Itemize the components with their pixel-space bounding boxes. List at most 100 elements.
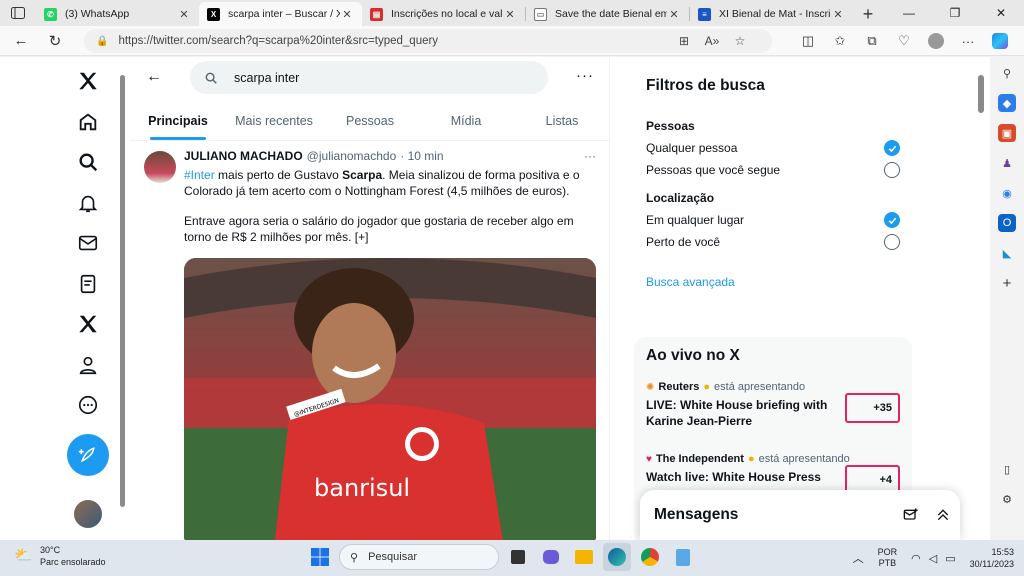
- volume-icon[interactable]: ◁: [929, 552, 937, 565]
- tweet-header: JULIANO MACHADO @julianomachdo · 10 min: [184, 149, 596, 163]
- filter-location-any[interactable]: Em qualquer lugar: [634, 209, 912, 231]
- search-input[interactable]: scarpa inter: [190, 61, 548, 94]
- close-icon[interactable]: ✕: [177, 8, 191, 21]
- restore-icon[interactable]: ❐: [932, 0, 978, 26]
- profile-person-icon[interactable]: [68, 345, 108, 385]
- favorites-icon[interactable]: ✩: [826, 29, 854, 53]
- messages-envelope-icon[interactable]: [68, 223, 108, 263]
- tab-pessoas[interactable]: Pessoas: [322, 101, 418, 140]
- author-handle[interactable]: @julianomachdo: [307, 149, 397, 163]
- live-source-name: Reuters: [658, 381, 700, 393]
- url-field[interactable]: 🔒 https://twitter.com/search?q=scarpa%20…: [84, 29, 772, 53]
- notifications-bell-icon[interactable]: [68, 183, 108, 223]
- add-icon[interactable]: +: [998, 274, 1016, 292]
- battery-icon[interactable]: ▭: [945, 552, 955, 565]
- edge-browser-icon[interactable]: [603, 543, 631, 571]
- clock[interactable]: 15:53 30/11/2023: [970, 546, 1014, 570]
- tab-listas[interactable]: Listas: [514, 101, 610, 140]
- close-icon[interactable]: ✕: [340, 8, 354, 21]
- hashtag-link[interactable]: #Inter: [184, 168, 215, 182]
- games-icon[interactable]: ♟: [998, 154, 1016, 172]
- tab-actions-icon[interactable]: [0, 0, 36, 26]
- notepad-icon[interactable]: [669, 543, 697, 571]
- close-icon[interactable]: ✕: [667, 8, 681, 21]
- show-hidden-icons-chevron-icon[interactable]: ︿: [853, 550, 864, 566]
- microsoft-365-icon[interactable]: ◉: [998, 184, 1016, 202]
- shopping-icon[interactable]: ◆: [998, 94, 1016, 112]
- url-text: https://twitter.com/search?q=scarpa%20in…: [118, 35, 439, 47]
- tab-midia[interactable]: Mídia: [418, 101, 514, 140]
- copilot-icon[interactable]: [986, 29, 1014, 53]
- live-item-title: LIVE: White House briefing with Karine J…: [646, 398, 828, 428]
- apps-icon[interactable]: ⊞: [672, 29, 696, 53]
- radio-unchecked-icon[interactable]: [884, 162, 900, 178]
- filter-people-any[interactable]: Qualquer pessoa: [634, 137, 912, 159]
- premium-x-icon[interactable]: [68, 304, 108, 344]
- read-aloud-icon[interactable]: A»: [700, 29, 724, 53]
- split-screen-icon[interactable]: ◫: [794, 29, 822, 53]
- task-view-icon[interactable]: [504, 543, 532, 571]
- more-circle-icon[interactable]: [68, 385, 108, 425]
- sponsor-text: banrisul: [314, 474, 410, 502]
- filter-people-follow[interactable]: Pessoas que você segue: [634, 159, 912, 181]
- advanced-search-link[interactable]: Busca avançada: [634, 275, 912, 289]
- filter-location-near[interactable]: Perto de você: [634, 231, 912, 253]
- close-icon[interactable]: ✕: [503, 8, 517, 21]
- lists-icon[interactable]: [68, 264, 108, 304]
- refresh-icon[interactable]: ↻: [38, 26, 72, 56]
- explore-search-icon[interactable]: [68, 142, 108, 182]
- weather-widget[interactable]: ⛅ 30°C Parc ensolarado: [14, 544, 106, 568]
- tab-mais-recentes[interactable]: Mais recentes: [226, 101, 322, 140]
- extensions-icon[interactable]: ♡: [890, 29, 918, 53]
- tab-title: Save the date Bienal em Sã...: [555, 8, 667, 20]
- close-window-icon[interactable]: ✕: [978, 0, 1024, 26]
- main-scrollbar[interactable]: [118, 71, 126, 531]
- post-button[interactable]: [67, 433, 109, 476]
- tweet-more-icon[interactable]: ···: [584, 149, 596, 163]
- close-icon[interactable]: ✕: [831, 8, 845, 21]
- collections-icon[interactable]: ⧉: [858, 29, 886, 53]
- radio-unchecked-icon[interactable]: [884, 234, 900, 250]
- chrome-icon[interactable]: [636, 543, 664, 571]
- radio-checked-icon[interactable]: [884, 212, 900, 228]
- language-indicator[interactable]: POR PTB: [878, 547, 898, 569]
- profile-avatar-icon[interactable]: [922, 29, 950, 53]
- more-menu-icon[interactable]: ···: [954, 29, 982, 53]
- sidebar-layout-icon[interactable]: ▯: [998, 460, 1016, 478]
- home-icon[interactable]: [68, 102, 108, 142]
- drop-icon[interactable]: ◣: [998, 244, 1016, 262]
- back-arrow-icon[interactable]: ←: [142, 65, 166, 89]
- tweet-image[interactable]: @INTERDESIGN banrisul: [184, 258, 596, 540]
- wifi-icon[interactable]: ◠: [911, 552, 921, 565]
- account-avatar[interactable]: [72, 497, 104, 530]
- settings-gear-icon[interactable]: ⚙: [998, 490, 1016, 508]
- author-name[interactable]: JULIANO MACHADO: [184, 149, 303, 163]
- search-icon[interactable]: ⚲: [998, 64, 1016, 82]
- radio-checked-icon[interactable]: [884, 140, 900, 156]
- browser-tab-save-the-date[interactable]: ▭ Save the date Bienal em Sã... ✕: [526, 2, 689, 26]
- outlook-icon[interactable]: O: [998, 214, 1016, 232]
- avatar[interactable]: [144, 151, 176, 183]
- minimize-icon[interactable]: —: [886, 0, 932, 26]
- x-logo-icon[interactable]: [68, 61, 108, 101]
- new-tab-button[interactable]: +: [853, 2, 883, 26]
- new-message-icon[interactable]: [896, 507, 926, 523]
- back-icon[interactable]: ←: [4, 26, 38, 56]
- chat-icon[interactable]: [537, 543, 565, 571]
- messages-drawer[interactable]: Mensagens: [640, 490, 960, 540]
- live-item[interactable]: ✺ Reuters ● está apresentando LIVE: Whit…: [634, 381, 912, 453]
- browser-tab-whatsapp[interactable]: ✆ (3) WhatsApp ✕: [36, 2, 199, 26]
- windows-start-icon[interactable]: [306, 543, 334, 571]
- page-scrollbar[interactable]: [976, 65, 986, 535]
- favorite-star-icon[interactable]: ☆: [728, 29, 752, 53]
- tools-icon[interactable]: ▣: [998, 124, 1016, 142]
- file-explorer-icon[interactable]: [570, 543, 598, 571]
- expand-chevron-icon[interactable]: [928, 507, 958, 523]
- browser-tab-inscricoes[interactable]: ▤ Inscrições no local e valores ✕: [362, 2, 525, 26]
- browser-tab-bienal[interactable]: ≡ XI Bienal de Mat - Inscriçõ... ✕: [690, 2, 853, 26]
- tab-principais[interactable]: Principais: [130, 101, 226, 140]
- more-options-icon[interactable]: ···: [576, 67, 594, 84]
- tweet-time[interactable]: · 10 min: [400, 149, 443, 163]
- taskbar-search[interactable]: ⚲ Pesquisar: [339, 544, 499, 570]
- browser-tab-x-search[interactable]: X scarpa inter – Buscar / X ✕: [199, 2, 362, 26]
